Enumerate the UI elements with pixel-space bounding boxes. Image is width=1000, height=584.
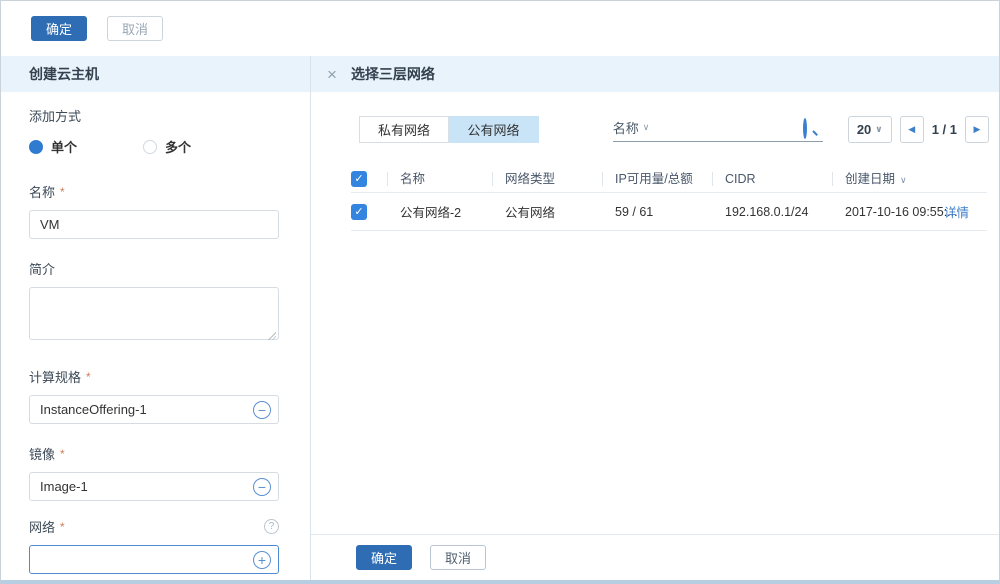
network-table: ✓ 名称 网络类型 IP可用量/总额 CIDR 创建日期∨ ✓ 公有网络-2 xyxy=(351,165,987,231)
network-type-tabs: 私有网络 公有网络 xyxy=(359,116,539,143)
required-mark: * xyxy=(60,520,65,534)
col-header-cidr: CIDR xyxy=(712,172,832,186)
cell-cidr: 192.168.0.1/24 xyxy=(712,205,832,219)
row-checkbox[interactable]: ✓ xyxy=(351,204,367,220)
detail-link[interactable]: 详情 xyxy=(944,206,969,220)
cell-type: 公有网络 xyxy=(492,202,602,221)
tab-public-network[interactable]: 公有网络 xyxy=(449,116,539,143)
description-textarea[interactable] xyxy=(29,287,279,340)
remove-image-icon[interactable]: − xyxy=(253,478,271,496)
name-label: 名称 xyxy=(29,182,55,201)
help-icon[interactable]: ? xyxy=(264,519,279,534)
instance-offering-input[interactable] xyxy=(29,395,279,424)
page-size-select[interactable]: 20 ∨ xyxy=(848,116,892,143)
search-box[interactable]: 名称 ∨ xyxy=(613,118,823,142)
required-mark: * xyxy=(60,447,65,461)
top-confirm-button[interactable]: 确定 xyxy=(31,16,87,41)
table-row[interactable]: ✓ 公有网络-2 公有网络 59 / 61 192.168.0.1/24 201… xyxy=(351,193,987,231)
pagination: 20 ∨ ◀ 1 / 1 ▶ xyxy=(848,116,989,143)
right-panel-footer: 确定 取消 xyxy=(311,534,999,580)
required-mark: * xyxy=(60,185,65,199)
search-field-selector[interactable]: 名称 ∨ xyxy=(613,118,650,137)
image-input[interactable] xyxy=(29,472,279,501)
resize-grip-icon[interactable] xyxy=(268,332,276,340)
sort-chevron-down-icon: ∨ xyxy=(900,175,907,185)
network-input[interactable] xyxy=(29,545,279,574)
instance-offering-label: 计算规格 xyxy=(29,367,81,386)
close-icon[interactable]: × xyxy=(327,66,337,83)
radio-multiple-label: 多个 xyxy=(165,137,191,156)
add-mode-label: 添加方式 xyxy=(29,106,279,125)
search-icon[interactable] xyxy=(803,120,819,136)
col-header-name: 名称 xyxy=(387,172,492,186)
network-label: 网络 xyxy=(29,517,55,536)
footer-confirm-button[interactable]: 确定 xyxy=(356,545,412,570)
prev-page-button[interactable]: ◀ xyxy=(900,116,924,143)
radio-single-label: 单个 xyxy=(51,137,77,156)
image-label: 镜像 xyxy=(29,444,55,463)
page-size-value: 20 xyxy=(857,122,871,137)
radio-dot-icon xyxy=(29,140,43,154)
cell-created: 2017-10-16 09:55:... xyxy=(832,205,944,219)
radio-multiple[interactable]: 多个 xyxy=(143,137,243,156)
radio-dot-icon xyxy=(143,140,157,154)
add-mode-options: 单个 多个 xyxy=(29,137,282,156)
select-l3-network-panel: × 选择三层网络 私有网络 公有网络 名称 ∨ xyxy=(311,56,999,580)
search-field-label: 名称 xyxy=(613,118,639,137)
page-info: 1 / 1 xyxy=(932,122,957,137)
select-all-checkbox[interactable]: ✓ xyxy=(351,171,367,187)
top-cancel-button[interactable]: 取消 xyxy=(107,16,163,41)
col-header-created[interactable]: 创建日期∨ xyxy=(832,172,944,186)
radio-single[interactable]: 单个 xyxy=(29,137,129,156)
create-vm-panel: 创建云主机 添加方式 单个 多个 名称 * xyxy=(1,56,311,580)
description-label: 简介 xyxy=(29,259,55,278)
table-header-row: ✓ 名称 网络类型 IP可用量/总额 CIDR 创建日期∨ xyxy=(351,165,987,193)
cell-name: 公有网络-2 xyxy=(387,202,492,221)
footer-cancel-button[interactable]: 取消 xyxy=(430,545,486,570)
chevron-down-icon: ∨ xyxy=(875,124,882,135)
left-panel-title: 创建云主机 xyxy=(1,56,310,92)
remove-instance-offering-icon[interactable]: − xyxy=(253,401,271,419)
add-network-icon[interactable]: + xyxy=(253,551,271,569)
chevron-down-icon: ∨ xyxy=(643,122,650,133)
top-toolbar: 确定 取消 xyxy=(1,1,999,56)
right-panel-title: 选择三层网络 xyxy=(351,64,435,84)
required-mark: * xyxy=(86,370,91,384)
create-vm-modal: 确定 取消 创建云主机 添加方式 单个 多个 名称 xyxy=(0,0,1000,584)
col-header-ip: IP可用量/总额 xyxy=(602,172,712,186)
next-page-button[interactable]: ▶ xyxy=(965,116,989,143)
col-header-type: 网络类型 xyxy=(492,172,602,186)
tab-private-network[interactable]: 私有网络 xyxy=(359,116,449,143)
cell-ip: 59 / 61 xyxy=(602,205,712,219)
table-toolbar: 私有网络 公有网络 名称 ∨ 20 ∨ xyxy=(311,116,999,143)
name-input[interactable] xyxy=(29,210,279,239)
